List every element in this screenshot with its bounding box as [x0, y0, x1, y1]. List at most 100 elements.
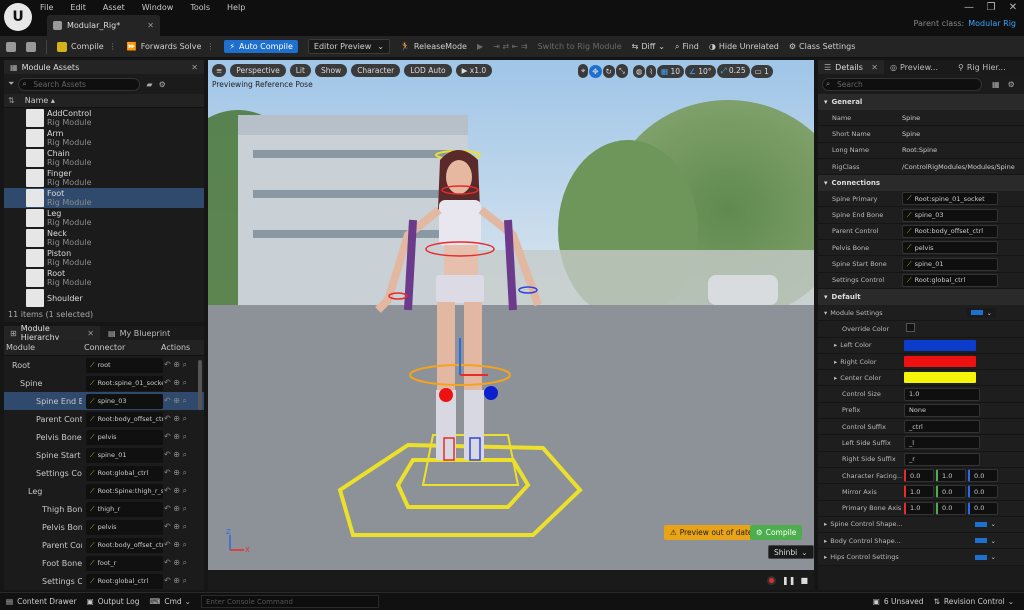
row-actions[interactable]: ↶ ⊕ ⌕ — [164, 360, 187, 370]
row-actions[interactable]: ↶ ⊕ ⌕ — [164, 540, 187, 550]
shape-setting-row[interactable]: ▸ Spine Control Shape... ⌄ — [818, 516, 1024, 534]
perspective-button[interactable]: Perspective — [230, 64, 286, 77]
row-actions[interactable]: ↶ ⊕ ⌕ — [164, 414, 187, 424]
minimize-icon[interactable]: — — [960, 2, 978, 14]
unsaved-button[interactable]: ▣ 6 Unsaved — [873, 597, 924, 606]
vector-component-input[interactable]: 0.0 — [968, 469, 998, 483]
viewport-compile-button[interactable]: ⚙ Compile — [750, 525, 803, 540]
content-drawer-button[interactable]: ▤ Content Drawer — [6, 597, 77, 606]
revision-control-button[interactable]: ⇅ Revision Control ⌄ — [934, 597, 1014, 606]
save-icon[interactable] — [6, 41, 16, 52]
connector-field[interactable]: ⟋ Root:body_offset_ctrl — [86, 537, 163, 553]
connector-field[interactable]: ⟋ spine_03 — [86, 393, 163, 409]
stop-icon[interactable]: ■ — [800, 576, 808, 585]
connector-field[interactable]: ⟋ root — [86, 357, 163, 373]
vector-component-input[interactable]: 1.0 — [936, 469, 966, 483]
connector-field[interactable]: ⟋ foot_r — [86, 555, 163, 571]
vector-component-input[interactable]: 0.0 — [968, 501, 998, 515]
auto-compile-button[interactable]: ⚡ Auto Compile — [224, 40, 298, 53]
asset-item[interactable]: Foot Rig Module — [4, 188, 204, 208]
hierarchy-row[interactable]: Thigh Bone⟋thigh_r↶ ⊕ ⌕ — [4, 500, 204, 518]
asset-item[interactable]: Leg Rig Module — [4, 208, 204, 228]
rotate-mode-icon[interactable]: ↻ — [602, 64, 615, 78]
character-button[interactable]: Character — [351, 64, 401, 77]
asset-item[interactable]: AddControl Rig Module — [4, 108, 204, 128]
camera-speed-button[interactable]: ▭ 1 — [750, 64, 773, 78]
viewport[interactable]: Z X ≡ Perspective Lit Show Character LOD… — [208, 60, 814, 590]
row-actions[interactable]: ↶ ⊕ ⌕ — [164, 486, 187, 496]
module-settings-dropdown[interactable]: ⌄ — [966, 307, 996, 318]
left-color-swatch[interactable] — [904, 339, 976, 351]
details-search-input[interactable]: ⌕ Search — [822, 77, 982, 91]
vector-component-input[interactable]: 0.0 — [936, 485, 966, 499]
hierarchy-row[interactable]: Spine Start Bone⟋spine_01↶ ⊕ ⌕ — [4, 446, 204, 464]
asset-item[interactable]: Shoulder — [4, 288, 204, 308]
settings-icon[interactable]: ⚙ — [1008, 80, 1015, 89]
hierarchy-row[interactable]: Spine End Bone⟋spine_03↶ ⊕ ⌕ — [4, 392, 204, 410]
close-icon[interactable]: ✕ — [191, 63, 198, 72]
hierarchy-row[interactable]: Settings Control⟋Root:global_ctrl↶ ⊕ ⌕ — [4, 572, 204, 590]
coord-space-icon[interactable]: ◍ — [632, 64, 646, 78]
hierarchy-row[interactable]: Parent Control ⟋Root:body_offset_ctrl↶ ⊕ … — [4, 536, 204, 554]
character-select-dropdown[interactable]: Shinbi ⌄ — [768, 545, 814, 559]
struct-dropdown[interactable]: ⌄ — [974, 537, 996, 545]
parent-class-link[interactable]: Modular Rig — [968, 19, 1016, 28]
row-actions[interactable]: ↶ ⊕ ⌕ — [164, 576, 187, 586]
menu-file[interactable]: File — [40, 3, 53, 12]
row-actions[interactable]: ↶ ⊕ ⌕ — [164, 468, 187, 478]
editor-preview-dropdown[interactable]: Editor Preview ⌄ — [307, 39, 390, 54]
cmd-dropdown[interactable]: ⌨ Cmd ⌄ — [150, 597, 191, 606]
console-command-input[interactable]: Enter Console Command — [200, 595, 379, 608]
play-icon[interactable]: ▶ — [477, 42, 483, 51]
connection-field[interactable]: ⟋ pelvis — [902, 241, 998, 255]
setting-input[interactable]: 1.0 — [904, 387, 980, 401]
asset-item[interactable]: Root Rig Module — [4, 268, 204, 288]
lit-button[interactable]: Lit — [289, 64, 311, 77]
vector-component-input[interactable]: 0.0 — [968, 485, 998, 499]
right-color-swatch[interactable] — [904, 356, 976, 367]
asset-item[interactable]: Arm Rig Module — [4, 128, 204, 148]
compile-button[interactable]: Compile ⋮ — [57, 41, 117, 52]
shape-setting-row[interactable]: ▸ Body Control Shape... ⌄ — [818, 533, 1024, 550]
shape-setting-row[interactable]: ▸ Hips Control Settings ⌄ — [818, 549, 1024, 566]
tab-module-hierarchy[interactable]: ⊞ Module Hierarchy ✕ — [4, 324, 100, 342]
find-button[interactable]: ⌕ Find — [675, 42, 699, 52]
row-actions[interactable]: ↶ ⊕ ⌕ — [164, 558, 187, 568]
select-mode-icon[interactable]: ⌖ — [578, 64, 589, 78]
hierarchy-row[interactable]: Settings Control⟋Root:global_ctrl↶ ⊕ ⌕ — [4, 464, 204, 482]
close-tab-icon[interactable]: ✕ — [147, 21, 154, 30]
tab-details[interactable]: ☰ Details ✕ — [818, 60, 884, 74]
surface-snap-icon[interactable]: ⌇ — [646, 64, 657, 78]
menu-edit[interactable]: Edit — [70, 3, 86, 12]
vector-component-input[interactable]: 1.0 — [904, 501, 934, 515]
close-icon[interactable]: ✕ — [87, 329, 94, 338]
menu-tools[interactable]: Tools — [190, 3, 210, 12]
record-icon[interactable] — [767, 575, 777, 585]
forwards-solve-button[interactable]: ⏩ Forwards Solve ⋮ — [127, 42, 215, 51]
setting-input[interactable]: _r — [904, 452, 980, 466]
asset-item[interactable]: Neck Rig Module — [4, 228, 204, 248]
row-actions[interactable]: ↶ ⊕ ⌕ — [164, 504, 187, 514]
connection-field[interactable]: ⟋ Root:spine_01_socket — [902, 192, 998, 206]
viewport-menu-icon[interactable]: ≡ — [212, 64, 227, 77]
connector-field[interactable]: ⟋ thigh_r — [86, 501, 163, 517]
connections-section-header[interactable]: ▾ Connections — [818, 175, 1024, 192]
release-mode-button[interactable]: 🏃 ReleaseMode — [400, 42, 467, 51]
menu-asset[interactable]: Asset — [103, 3, 125, 12]
center-color-swatch[interactable] — [904, 372, 976, 384]
module-settings-row[interactable]: ▾ Module Settings ⌄ — [818, 304, 1024, 322]
tab-my-blueprint[interactable]: ▤ My Blueprint — [100, 329, 170, 338]
menu-window[interactable]: Window — [142, 3, 174, 12]
hierarchy-row[interactable]: Parent Control ⟋Root:body_offset_ctrl↶ ⊕ … — [4, 410, 204, 428]
translate-mode-icon[interactable]: ✥ — [589, 64, 602, 78]
switch-rig-module-button[interactable]: Switch to Rig Module — [538, 42, 622, 51]
class-settings-button[interactable]: ⚙ Class Settings — [789, 42, 856, 51]
connection-field[interactable]: ⟋ Root:body_offset_ctrl — [902, 224, 998, 238]
asset-item[interactable]: Chain Rig Module — [4, 148, 204, 168]
asset-item[interactable]: Finger Rig Module — [4, 168, 204, 188]
connector-field[interactable]: ⟋ Root:body_offset_ctrl — [86, 411, 163, 427]
asset-item[interactable]: Piston Rig Module — [4, 248, 204, 268]
connection-field[interactable]: ⟋ spine_03 — [902, 208, 998, 222]
setting-input[interactable]: _ctrl — [904, 420, 980, 434]
connector-field[interactable]: ⟋ Root:global_ctrl — [86, 573, 163, 589]
